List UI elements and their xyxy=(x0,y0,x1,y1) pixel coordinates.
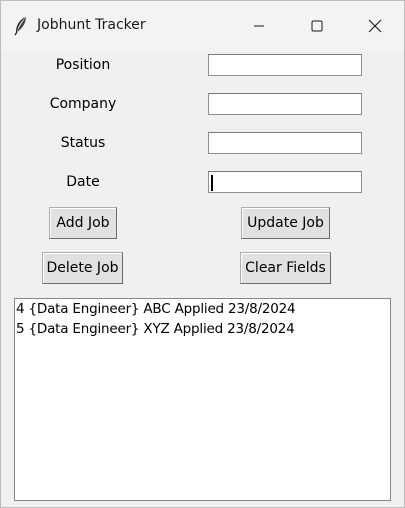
list-item[interactable]: 5 {Data Engineer} XYZ Applied 23/8/2024 xyxy=(15,319,390,339)
maximize-icon xyxy=(311,20,323,32)
app-window: Jobhunt Tracker Position Company Status … xyxy=(0,0,405,508)
maximize-button[interactable] xyxy=(288,1,346,51)
close-button[interactable] xyxy=(346,1,404,51)
close-icon xyxy=(368,19,382,33)
company-label: Company xyxy=(49,96,117,112)
list-item[interactable]: 4 {Data Engineer} ABC Applied 23/8/2024 xyxy=(15,299,390,319)
position-field[interactable] xyxy=(208,54,362,76)
title-bar[interactable]: Jobhunt Tracker xyxy=(1,1,404,51)
status-field[interactable] xyxy=(208,132,362,154)
text-caret xyxy=(211,175,213,191)
add-job-button[interactable]: Add Job xyxy=(49,207,117,239)
clear-fields-button[interactable]: Clear Fields xyxy=(240,252,331,284)
minimize-icon xyxy=(254,25,264,27)
job-listbox[interactable]: 4 {Data Engineer} ABC Applied 23/8/2024 … xyxy=(14,298,391,501)
company-field[interactable] xyxy=(208,93,362,115)
position-label: Position xyxy=(55,57,111,73)
minimize-button[interactable] xyxy=(230,1,288,51)
date-field[interactable] xyxy=(208,171,362,193)
update-job-button[interactable]: Update Job xyxy=(241,207,330,239)
delete-job-button[interactable]: Delete Job xyxy=(42,252,123,284)
feather-icon xyxy=(13,16,29,36)
status-label: Status xyxy=(60,135,106,151)
window-title: Jobhunt Tracker xyxy=(37,17,146,33)
date-label: Date xyxy=(66,174,100,190)
